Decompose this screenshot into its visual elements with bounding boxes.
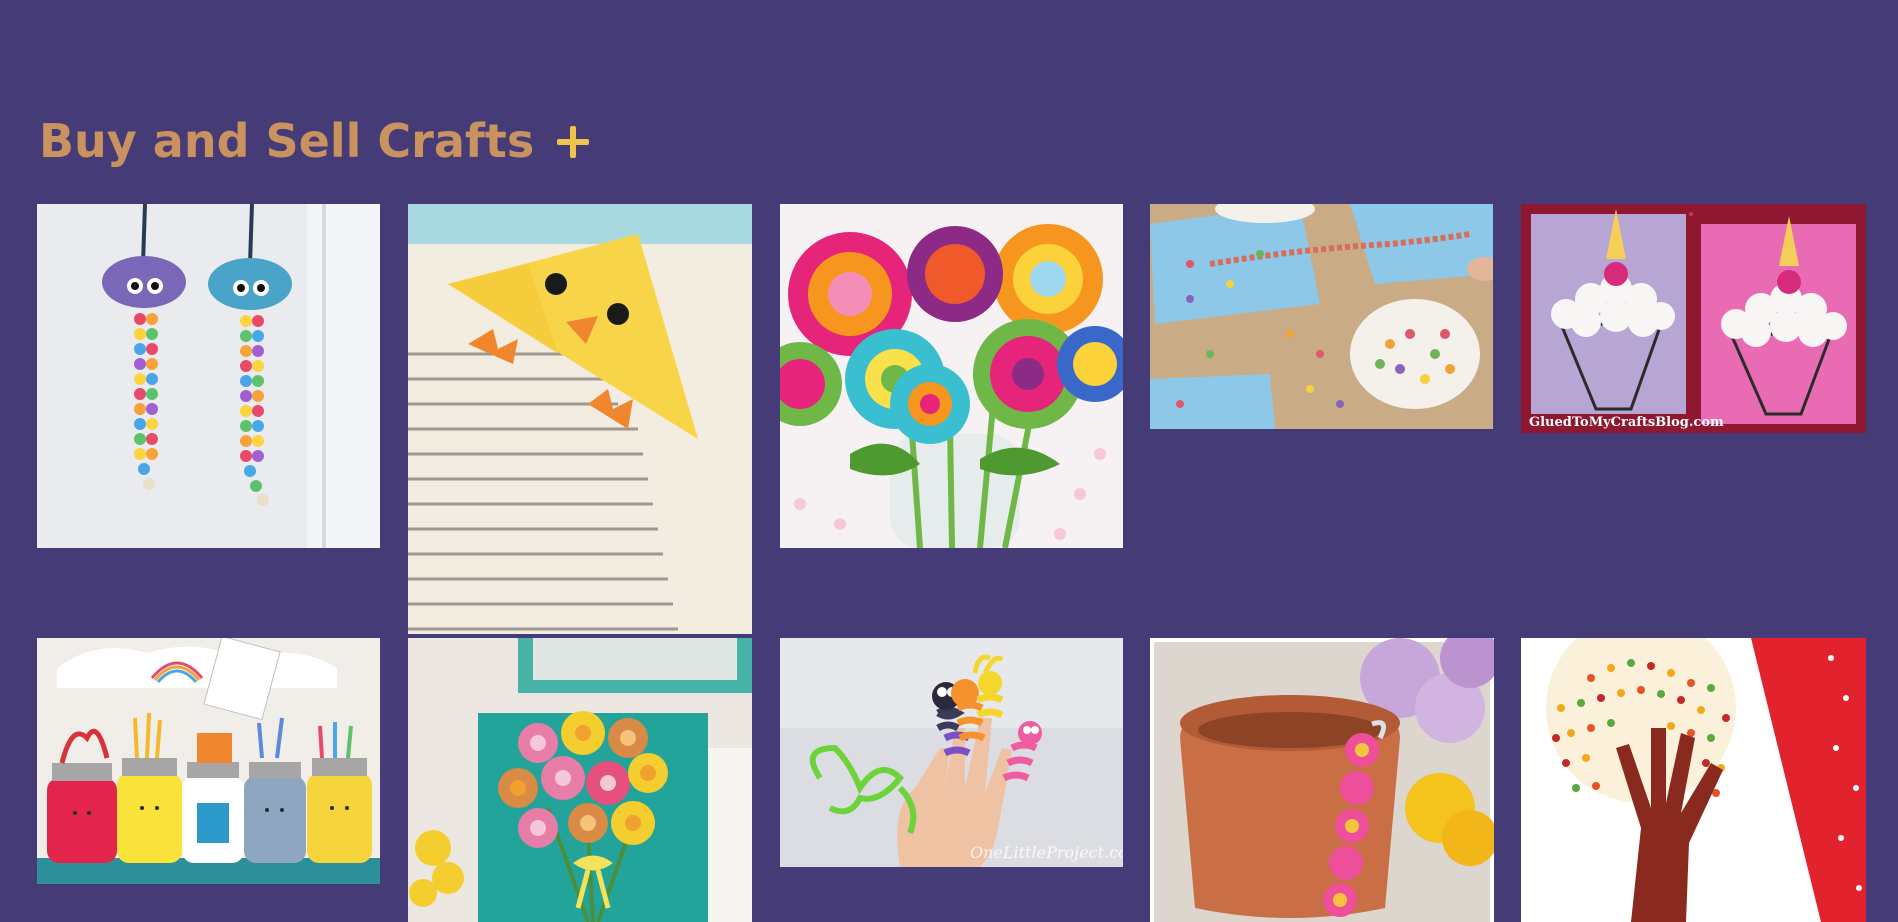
craft-image bbox=[1150, 638, 1494, 922]
craft-tile-felt-flowers[interactable] bbox=[780, 204, 1123, 548]
craft-image bbox=[37, 638, 380, 884]
craft-image bbox=[408, 204, 752, 634]
watermark-text: OneLittleProject.com bbox=[970, 843, 1123, 862]
craft-image: GluedToMyCraftsBlog.com bbox=[1521, 204, 1866, 433]
craft-tile-clay-pot[interactable] bbox=[1150, 638, 1494, 922]
craft-image: OneLittleProject.com bbox=[780, 638, 1123, 867]
craft-tile-handprint-tree[interactable] bbox=[1521, 638, 1866, 922]
craft-image bbox=[1150, 204, 1493, 429]
craft-image bbox=[408, 638, 752, 922]
craft-tile-mason-jars[interactable] bbox=[37, 638, 380, 884]
watermark-text: GluedToMyCraftsBlog.com bbox=[1529, 415, 1724, 430]
page-title: Buy and Sell Crafts bbox=[39, 114, 535, 168]
page-header: Buy and Sell Crafts bbox=[39, 118, 592, 164]
craft-tile-cereal-necklace[interactable] bbox=[1150, 204, 1493, 429]
craft-image bbox=[37, 204, 380, 548]
craft-tile-chick-bookmark[interactable] bbox=[408, 204, 752, 634]
craft-tile-finger-puppets[interactable]: OneLittleProject.com bbox=[780, 638, 1123, 867]
add-craft-button[interactable] bbox=[552, 122, 592, 162]
craft-image bbox=[780, 204, 1123, 548]
craft-tile-jellyfish[interactable] bbox=[37, 204, 380, 548]
craft-tile-unicorn-cupcakes[interactable]: GluedToMyCraftsBlog.com bbox=[1521, 204, 1866, 433]
craft-tile-egg-carton-flowers[interactable] bbox=[408, 638, 752, 922]
craft-image bbox=[1521, 638, 1866, 922]
